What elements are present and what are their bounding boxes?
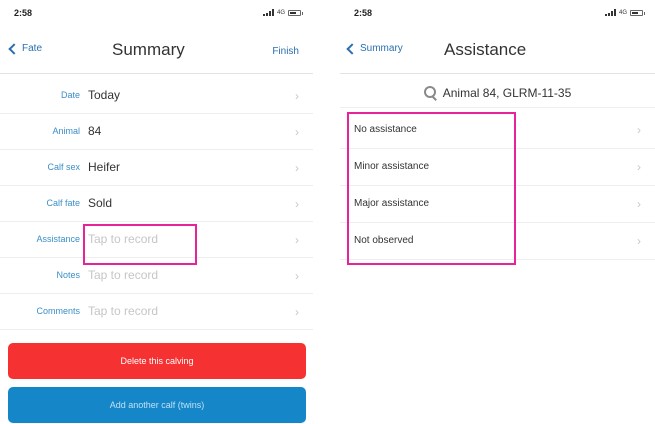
- row-label: Calf sex: [47, 162, 80, 172]
- row-calf-fate[interactable]: Calf fate Sold ›: [0, 186, 313, 222]
- back-label: Fate: [22, 43, 43, 54]
- status-icons: 4G: [262, 9, 303, 16]
- network-label: 4G: [618, 9, 627, 16]
- summary-screen: 2:58 4G Fate Summary Finish Date Today ›…: [0, 0, 313, 424]
- row-value: 84: [88, 124, 102, 138]
- chevron-left-icon: [8, 42, 20, 55]
- chevron-right-icon: ›: [295, 161, 299, 175]
- battery-icon: [288, 9, 303, 16]
- chevron-right-icon: ›: [295, 269, 299, 283]
- chevron-right-icon: ›: [637, 160, 641, 174]
- option-label: Major assistance: [354, 198, 430, 209]
- row-label: Assistance: [36, 234, 80, 244]
- back-label: Summary: [360, 43, 403, 54]
- row-value: Tap to record: [88, 232, 159, 246]
- row-value: Tap to record: [88, 304, 159, 318]
- option-not-observed[interactable]: Not observed ›: [340, 223, 655, 260]
- option-label: No assistance: [354, 124, 417, 135]
- battery-icon: [630, 9, 645, 16]
- back-button[interactable]: Fate: [8, 42, 43, 55]
- status-bar: 2:58 4G: [0, 0, 313, 26]
- row-assistance[interactable]: Assistance Tap to record ›: [0, 222, 313, 258]
- back-button[interactable]: Summary: [346, 42, 403, 55]
- chevron-right-icon: ›: [295, 197, 299, 211]
- chevron-right-icon: ›: [295, 233, 299, 247]
- row-value: Tap to record: [88, 268, 159, 282]
- finish-button[interactable]: Finish: [272, 46, 299, 57]
- row-label: Animal: [52, 126, 80, 136]
- row-value: Sold: [88, 196, 113, 210]
- page-title: Assistance: [444, 40, 527, 59]
- animal-search-header[interactable]: Animal 84, GLRM-11-35: [340, 78, 655, 108]
- nav-bar: Summary Assistance: [340, 30, 655, 74]
- search-icon: [423, 86, 437, 99]
- chevron-right-icon: ›: [295, 305, 299, 319]
- row-label: Comments: [36, 306, 80, 316]
- nav-bar: Fate Summary Finish: [0, 30, 313, 74]
- signal-icon: [604, 9, 616, 16]
- chevron-right-icon: ›: [295, 125, 299, 139]
- status-time: 2:58: [354, 8, 373, 18]
- row-label: Notes: [56, 270, 80, 280]
- row-calf-sex[interactable]: Calf sex Heifer ›: [0, 150, 313, 186]
- option-label: Not observed: [354, 235, 414, 246]
- signal-icon: [262, 9, 274, 16]
- row-date[interactable]: Date Today ›: [0, 78, 313, 114]
- row-notes[interactable]: Notes Tap to record ›: [0, 258, 313, 294]
- chevron-right-icon: ›: [295, 89, 299, 103]
- option-no-assistance[interactable]: No assistance ›: [340, 112, 655, 149]
- status-icons: 4G: [604, 9, 645, 16]
- row-comments[interactable]: Comments Tap to record ›: [0, 294, 313, 330]
- delete-calving-button[interactable]: Delete this calving: [8, 343, 306, 379]
- row-label: Calf fate: [46, 198, 80, 208]
- row-value: Today: [88, 88, 121, 102]
- chevron-right-icon: ›: [637, 197, 641, 211]
- chevron-left-icon: [346, 42, 358, 55]
- status-bar: 2:58 4G: [340, 0, 655, 26]
- animal-label: Animal 84, GLRM-11-35: [442, 85, 572, 100]
- add-another-calf-button[interactable]: Add another calf (twins): [8, 387, 306, 423]
- row-label: Date: [60, 90, 80, 100]
- chevron-right-icon: ›: [637, 234, 641, 248]
- page-title: Summary: [112, 40, 185, 59]
- option-major-assistance[interactable]: Major assistance ›: [340, 186, 655, 223]
- network-label: 4G: [276, 9, 285, 16]
- row-value: Heifer: [88, 160, 121, 174]
- assistance-screen: 2:58 4G Summary Assistance Animal 84, GL…: [340, 0, 655, 424]
- status-time: 2:58: [14, 8, 33, 18]
- chevron-right-icon: ›: [637, 123, 641, 137]
- row-animal[interactable]: Animal 84 ›: [0, 114, 313, 150]
- option-label: Minor assistance: [354, 161, 430, 172]
- option-minor-assistance[interactable]: Minor assistance ›: [340, 149, 655, 186]
